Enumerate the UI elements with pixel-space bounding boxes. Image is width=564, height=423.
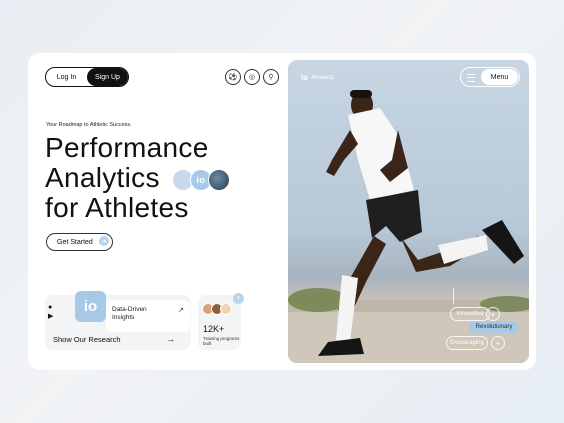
arrow-icon[interactable]: ➜ (99, 236, 109, 246)
basketball-icon[interactable]: ◎ (244, 69, 260, 85)
stat-caption: Training programs built (203, 336, 240, 346)
store-icons: ● ▶ (48, 303, 53, 321)
brand-name: AthleteIQ (311, 74, 335, 81)
login-button[interactable]: Log In (46, 68, 87, 86)
stat-card: + 12K+ Training programs built (198, 293, 244, 350)
tagline: Your Roadmap to Athletic Success. (46, 122, 132, 128)
sport-icons: ⚽ ◎ ⚲ (225, 69, 279, 85)
brand-mark: io (301, 73, 309, 82)
auth-toggle: Log In Sign Up (45, 67, 129, 87)
title-line-1: Performance (45, 132, 209, 163)
menu-button[interactable]: Menu (481, 69, 518, 85)
app-logo: io (75, 291, 106, 322)
hero-photo: io AthleteIQ Menu Innovative + Revolutio… (288, 60, 529, 363)
title-line-2: Analytics io (45, 163, 230, 193)
arrow-up-right-icon[interactable]: ↗ (178, 306, 184, 314)
plus-icon[interactable]: + (233, 293, 244, 304)
chip-encouraging[interactable]: Encouraging (446, 336, 488, 350)
chip-revolutionary[interactable]: Revolutionary (469, 321, 519, 333)
cycling-icon[interactable]: ⚲ (263, 69, 279, 85)
plus-icon[interactable]: + (486, 307, 500, 321)
brand-logo[interactable]: io AthleteIQ (301, 73, 334, 82)
soccer-icon[interactable]: ⚽ (225, 69, 241, 85)
stat-value: 12K+ (203, 324, 225, 334)
show-research-link[interactable]: Show Our Research (53, 335, 121, 344)
research-card[interactable]: ● ▶ io Data-Driven Insights ↗ Show Our R… (45, 291, 191, 350)
main-card: Log In Sign Up ⚽ ◎ ⚲ Your Roadmap to Ath… (28, 53, 536, 370)
inline-images: io (171, 168, 230, 191)
page-title: Performance Analytics io for Athletes (45, 133, 230, 223)
athlete-image (207, 168, 230, 191)
hamburger-icon[interactable] (467, 74, 475, 82)
avatar (220, 303, 232, 315)
insight-label: Data-Driven Insights (112, 306, 147, 321)
arrow-right-icon[interactable]: → (166, 334, 175, 344)
chip-innovative[interactable]: Innovative (450, 307, 490, 321)
title-line-3: for Athletes (45, 192, 189, 223)
play-store-icon[interactable]: ▶ (48, 312, 53, 321)
apple-icon[interactable]: ● (48, 303, 53, 312)
menu-control[interactable]: Menu (460, 67, 520, 87)
avatar-group (202, 303, 232, 315)
plus-icon[interactable]: + (491, 336, 505, 350)
insight-card[interactable]: Data-Driven Insights ↗ (106, 300, 190, 332)
signup-button[interactable]: Sign Up (87, 68, 128, 86)
